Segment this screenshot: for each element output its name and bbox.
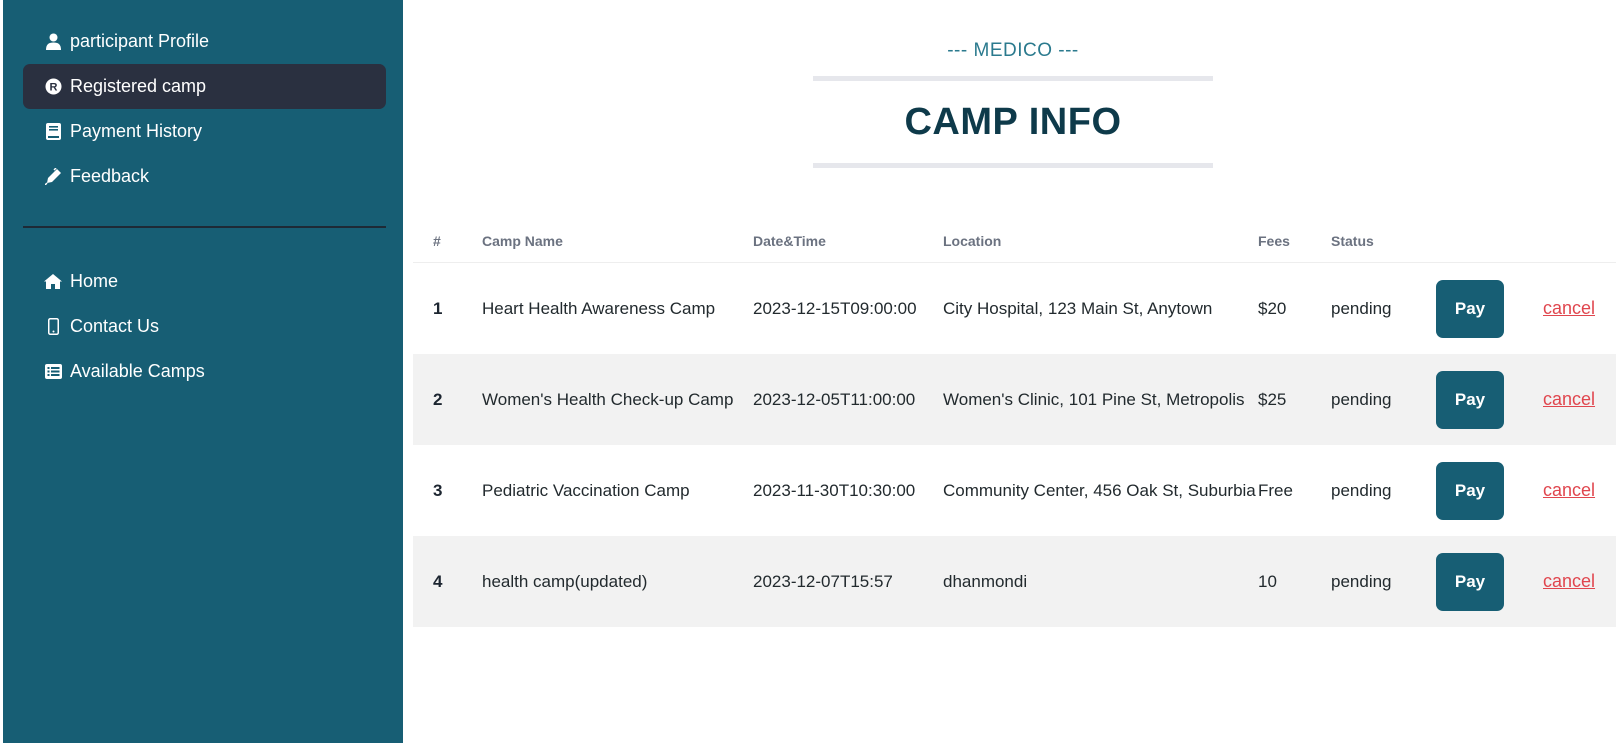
cancel-cell: cancel bbox=[1543, 536, 1616, 627]
fees-cell: 10 bbox=[1258, 536, 1331, 627]
location-cell: City Hospital, 123 Main St, Anytown bbox=[943, 299, 1213, 318]
sidebar-item-registered-camp[interactable]: R Registered camp bbox=[23, 64, 386, 109]
sidebar-item-home[interactable]: Home bbox=[23, 259, 386, 304]
datetime-cell: 2023-12-15T09:00:00 bbox=[753, 299, 917, 318]
list-icon bbox=[44, 363, 62, 381]
sidebar-item-payment-history[interactable]: Payment History bbox=[23, 109, 386, 154]
row-number: 1 bbox=[433, 299, 443, 318]
page-title: CAMP INFO bbox=[813, 76, 1213, 168]
location-cell: Community Center, 456 Oak St, Suburbia bbox=[943, 481, 1256, 500]
sidebar-item-contact-us[interactable]: Contact Us bbox=[23, 304, 386, 349]
table-row: 2 Women's Health Check-up Camp 2023-12-0… bbox=[413, 354, 1616, 445]
home-icon bbox=[44, 273, 62, 291]
pen-icon bbox=[44, 168, 62, 186]
column-header-location: Location bbox=[943, 220, 1258, 263]
location-cell: Women's Clinic, 101 Pine St, Metropolis bbox=[943, 354, 1258, 445]
page-title-text: CAMP INFO bbox=[904, 100, 1122, 143]
column-header-fees: Fees bbox=[1258, 220, 1331, 263]
status-cell: pending bbox=[1331, 354, 1436, 445]
datetime-cell: 2023-12-05T11:00:00 bbox=[753, 354, 943, 445]
site-nav: Home Contact Us Available Camps bbox=[23, 259, 386, 394]
sidebar-item-label: Contact Us bbox=[70, 316, 160, 336]
cancel-cell: cancel bbox=[1543, 354, 1616, 445]
pay-button[interactable]: Pay bbox=[1436, 370, 1504, 429]
table-row: 3 Pediatric Vaccination Camp 2023-11-30T… bbox=[413, 445, 1616, 536]
column-header-datetime: Date&Time bbox=[753, 220, 943, 263]
cancel-link[interactable]: cancel bbox=[1543, 298, 1595, 318]
pay-button[interactable]: Pay bbox=[1436, 461, 1504, 520]
sidebar-item-feedback[interactable]: Feedback bbox=[23, 154, 386, 199]
pay-cell: Pay bbox=[1436, 263, 1543, 355]
sidebar-item-label: Payment History bbox=[70, 121, 203, 141]
row-number: 3 bbox=[433, 481, 443, 500]
sidebar-item-label: Home bbox=[70, 271, 119, 291]
column-header-camp-name: Camp Name bbox=[482, 220, 753, 263]
location-cell: dhanmondi bbox=[943, 536, 1258, 627]
fees-cell: Free bbox=[1258, 481, 1293, 500]
table-row: 1 Heart Health Awareness Camp 2023-12-15… bbox=[413, 263, 1616, 355]
status-cell: pending bbox=[1331, 481, 1392, 500]
sidebar-item-label: participant Profile bbox=[70, 31, 210, 51]
section-subtitle: --- MEDICO --- bbox=[947, 40, 1079, 61]
camp-name-cell: health camp(updated) bbox=[482, 536, 753, 627]
pay-cell: Pay bbox=[1436, 536, 1543, 627]
registered-icon: R bbox=[44, 78, 62, 96]
status-cell: pending bbox=[1331, 536, 1436, 627]
cancel-link[interactable]: cancel bbox=[1543, 571, 1595, 591]
table-header-row: # Camp Name Date&Time Location Fees Stat… bbox=[413, 220, 1616, 263]
sidebar: participant Profile R Registered camp Pa… bbox=[3, 0, 403, 743]
cancel-link[interactable]: cancel bbox=[1543, 389, 1595, 409]
cancel-cell: cancel bbox=[1543, 445, 1616, 536]
datetime-cell: 2023-12-07T15:57 bbox=[753, 536, 943, 627]
svg-text:R: R bbox=[49, 82, 57, 94]
camp-name-cell: Heart Health Awareness Camp bbox=[482, 299, 716, 318]
status-cell: pending bbox=[1331, 299, 1392, 318]
book-icon bbox=[44, 123, 62, 141]
registered-camps-table: # Camp Name Date&Time Location Fees Stat… bbox=[413, 220, 1616, 627]
sidebar-item-label: Feedback bbox=[70, 166, 150, 186]
cancel-cell: cancel bbox=[1543, 263, 1616, 355]
pay-cell: Pay bbox=[1436, 354, 1543, 445]
table-row: 4 health camp(updated) 2023-12-07T15:57 … bbox=[413, 536, 1616, 627]
fees-cell: $20 bbox=[1258, 299, 1287, 318]
column-header-cancel bbox=[1543, 220, 1616, 263]
cancel-link[interactable]: cancel bbox=[1543, 480, 1595, 500]
column-header-pay bbox=[1436, 220, 1543, 263]
column-header-status: Status bbox=[1331, 220, 1436, 263]
row-number: 2 bbox=[413, 354, 482, 445]
camp-name-cell: Women's Health Check-up Camp bbox=[482, 354, 753, 445]
camp-name-cell: Pediatric Vaccination Camp bbox=[482, 481, 690, 500]
sidebar-divider bbox=[23, 226, 386, 228]
sidebar-item-label: Registered camp bbox=[70, 76, 207, 96]
datetime-cell: 2023-11-30T10:30:00 bbox=[753, 481, 916, 500]
pay-button[interactable]: Pay bbox=[1436, 552, 1504, 611]
pay-cell: Pay bbox=[1436, 445, 1543, 536]
sidebar-item-available-camps[interactable]: Available Camps bbox=[23, 349, 386, 394]
row-number: 4 bbox=[413, 536, 482, 627]
sidebar-item-participant-profile[interactable]: participant Profile bbox=[23, 19, 386, 64]
dashboard-nav: participant Profile R Registered camp Pa… bbox=[23, 19, 386, 199]
user-icon bbox=[44, 33, 62, 51]
column-header-number: # bbox=[413, 220, 482, 263]
mobile-icon bbox=[44, 318, 62, 336]
sidebar-item-label: Available Camps bbox=[70, 361, 205, 381]
fees-cell: $25 bbox=[1258, 354, 1331, 445]
pay-button[interactable]: Pay bbox=[1436, 279, 1504, 338]
main-content: --- MEDICO --- CAMP INFO # Camp Name Dat… bbox=[403, 0, 1616, 743]
